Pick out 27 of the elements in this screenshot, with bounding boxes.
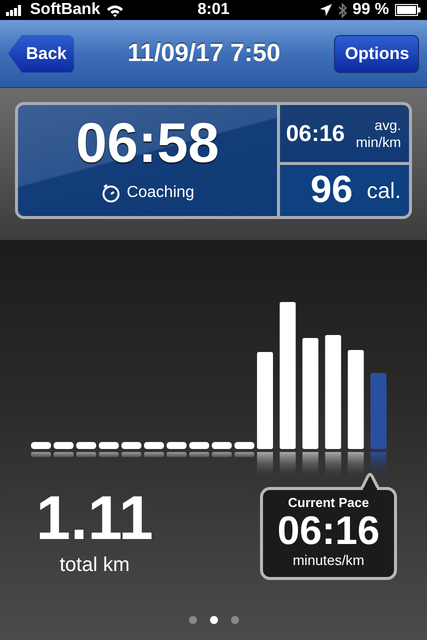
current-pace-unit: minutes/km xyxy=(292,552,364,568)
duration-value: 06:58 xyxy=(76,115,220,171)
avg-label: avg. xyxy=(374,117,401,134)
screen-title: 11/09/17 7:50 xyxy=(126,39,282,68)
wifi-icon xyxy=(106,4,124,16)
calories-value: 96 xyxy=(310,169,353,212)
options-button[interactable]: Options xyxy=(334,34,419,72)
page-indicator-dot[interactable] xyxy=(230,616,238,624)
page-indicator-dot[interactable] xyxy=(210,616,218,624)
coaching-label: Coaching xyxy=(126,184,194,202)
signal-icon xyxy=(6,4,24,16)
calories-unit: cal. xyxy=(366,178,401,204)
distance-label: total km xyxy=(60,554,130,577)
avg-pace-unit: min/km xyxy=(356,134,401,150)
back-button[interactable]: Back xyxy=(8,34,74,72)
page-indicator-dot[interactable] xyxy=(188,616,196,624)
battery-icon xyxy=(395,4,421,16)
clock-time: 8:01 xyxy=(197,1,230,18)
current-pace-value: 06:16 xyxy=(277,510,380,552)
carrier-name: SoftBank xyxy=(30,1,100,19)
avg-pace-value: 06:16 xyxy=(286,120,345,147)
distance-value: 1.11 xyxy=(36,488,154,550)
battery-percent: 99 % xyxy=(352,1,389,19)
bluetooth-icon xyxy=(338,2,347,18)
current-pace-title: Current Pace xyxy=(288,495,369,510)
location-arrow-icon xyxy=(320,4,332,16)
stopwatch-icon xyxy=(100,183,121,203)
